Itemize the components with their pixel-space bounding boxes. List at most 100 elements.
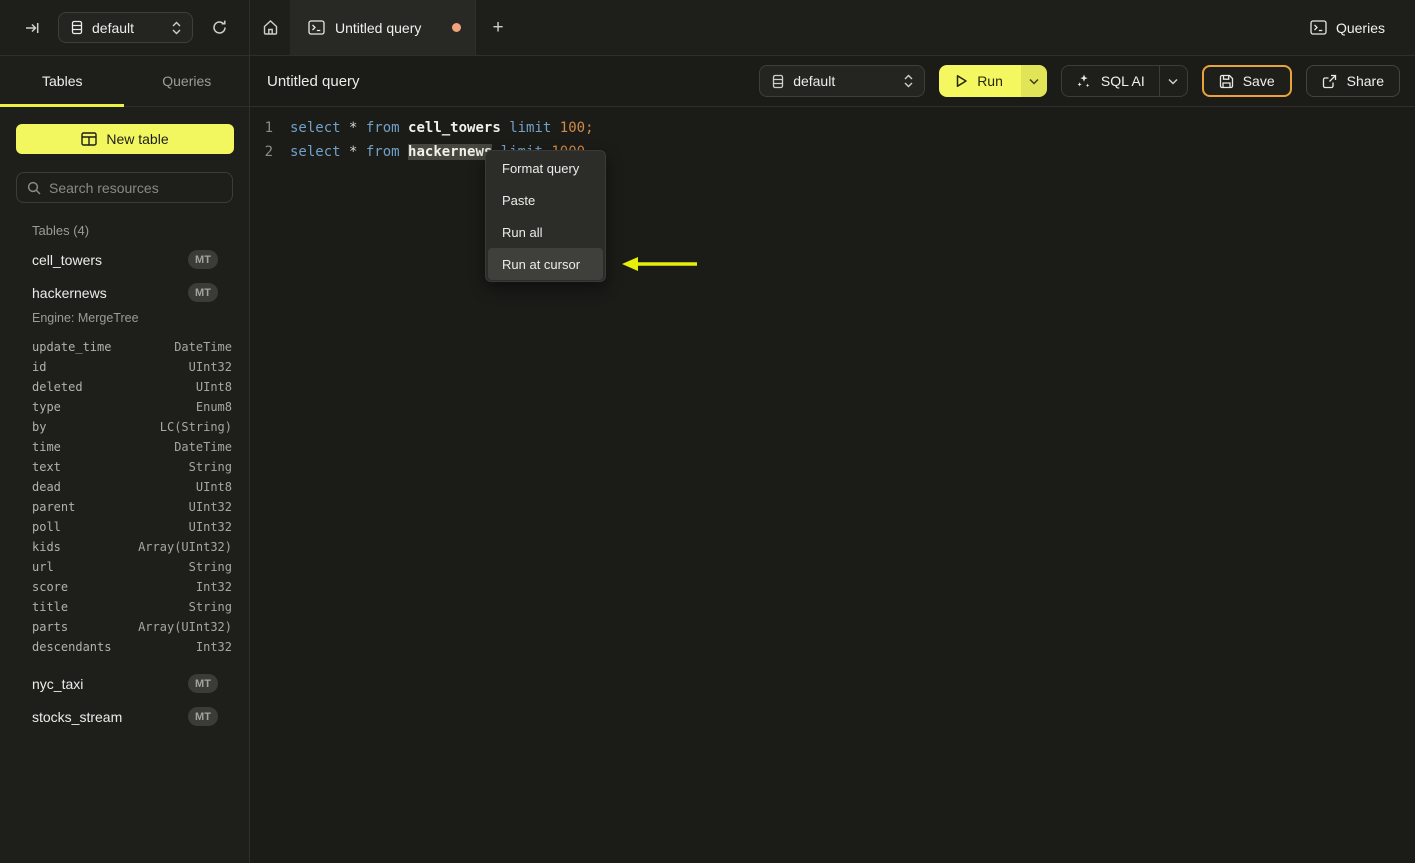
editor-line: 1 select * from cell_towers limit 100; xyxy=(250,116,1415,140)
run-button-label: Run xyxy=(977,73,1003,89)
active-tab-underline xyxy=(0,104,124,107)
column-type: LC(String) xyxy=(159,420,232,434)
collapse-sidebar-button[interactable] xyxy=(20,16,44,40)
sparkles-icon xyxy=(1076,73,1092,89)
column-row: dead UInt8 xyxy=(32,477,232,497)
sql-ai-split-button: SQL AI xyxy=(1060,65,1188,97)
column-row: update_time DateTime xyxy=(32,337,232,357)
save-button-label: Save xyxy=(1242,73,1275,89)
sql-ai-options-button[interactable] xyxy=(1158,66,1187,96)
engine-badge: MT xyxy=(188,250,218,269)
code-token: select xyxy=(290,120,341,136)
column-row: score Int32 xyxy=(32,577,232,597)
search-icon xyxy=(27,181,41,195)
menu-item-run-all[interactable]: Run all xyxy=(488,216,603,248)
column-name: dead xyxy=(32,480,61,494)
search-input[interactable] xyxy=(49,179,222,196)
toolbar-database-selector-value: default xyxy=(793,73,836,89)
column-name: time xyxy=(32,440,61,454)
table-name: hackernews xyxy=(32,284,107,301)
database-selector[interactable]: default xyxy=(58,12,193,43)
column-name: type xyxy=(32,400,61,414)
queries-button[interactable]: Queries xyxy=(1302,14,1393,42)
new-table-button-label: New table xyxy=(106,131,169,147)
column-name: url xyxy=(32,560,54,574)
topbar-left-section: default xyxy=(0,0,250,55)
new-tab-button[interactable]: + xyxy=(476,0,520,55)
topbar-right-section: Queries xyxy=(1302,0,1415,55)
query-toolbar: default Run SQL AI Save Share xyxy=(759,65,1400,97)
new-table-button[interactable]: New table xyxy=(16,124,234,154)
column-type: Array(UInt32) xyxy=(138,620,232,634)
column-row: parent UInt32 xyxy=(32,497,232,517)
column-name: id xyxy=(32,360,47,374)
play-icon xyxy=(955,74,968,88)
tab-title: Untitled query xyxy=(335,19,422,36)
code-token: from xyxy=(365,120,400,136)
column-row: descendants Int32 xyxy=(32,637,232,657)
column-type: String xyxy=(188,600,232,614)
save-button[interactable]: Save xyxy=(1201,65,1292,97)
sidebar-tab-tables[interactable]: Tables xyxy=(0,56,125,106)
tables-section-label: Tables (4) xyxy=(32,223,90,238)
engine-badge: MT xyxy=(188,674,218,693)
main-pane: Untitled query default Run SQL AI Save S… xyxy=(250,56,1415,863)
home-button[interactable] xyxy=(250,0,290,55)
code-token: 100; xyxy=(559,120,594,136)
chevron-down-icon xyxy=(1029,78,1039,85)
line-number: 1 xyxy=(264,120,273,136)
sql-ai-button[interactable]: SQL AI xyxy=(1062,66,1159,96)
columns-list: update_time DateTime id UInt32 deleted UInt8 t… xyxy=(0,331,249,667)
tab-bar: Untitled query + xyxy=(250,0,1302,55)
collapse-sidebar-icon xyxy=(24,20,40,36)
run-button[interactable]: Run xyxy=(939,65,1021,97)
sidebar-tab-queries[interactable]: Queries xyxy=(125,56,250,106)
column-type: UInt32 xyxy=(188,520,232,534)
table-name: stocks_stream xyxy=(32,708,123,725)
column-type: UInt8 xyxy=(195,380,232,394)
run-split-button: Run xyxy=(939,65,1047,97)
table-engine-label: Engine: MergeTree xyxy=(32,311,139,325)
updown-chevron-icon xyxy=(903,74,914,88)
menu-item-run-at-cursor[interactable]: Run at cursor xyxy=(488,248,603,280)
column-type: DateTime xyxy=(174,440,232,454)
queries-button-label: Queries xyxy=(1335,19,1385,36)
run-options-button[interactable] xyxy=(1020,65,1047,97)
line-number: 2 xyxy=(264,144,273,160)
table-item-nyc_taxi[interactable]: nyc_taxi MT xyxy=(0,667,249,700)
share-button[interactable]: Share xyxy=(1305,65,1400,97)
table-item-cell_towers[interactable]: cell_towers MT xyxy=(0,243,249,276)
updown-chevron-icon xyxy=(171,21,182,35)
column-row: parts Array(UInt32) xyxy=(32,617,232,637)
engine-badge: MT xyxy=(188,283,218,302)
menu-item-format-query[interactable]: Format query xyxy=(488,152,603,184)
code-text: select * from cell_towers limit 100; xyxy=(290,116,594,140)
home-icon xyxy=(262,19,279,36)
database-icon xyxy=(771,74,785,89)
code-token: from xyxy=(365,144,400,160)
column-row: type Enum8 xyxy=(32,397,232,417)
table-item-stocks_stream[interactable]: stocks_stream MT xyxy=(0,700,249,733)
code-token: * xyxy=(340,120,366,136)
tab-untitled-query[interactable]: Untitled query xyxy=(290,0,476,55)
table-item-hackernews[interactable]: hackernews MT xyxy=(0,276,249,309)
menu-item-paste[interactable]: Paste xyxy=(488,184,603,216)
column-type: UInt32 xyxy=(188,500,232,514)
column-type: Array(UInt32) xyxy=(138,540,232,554)
column-row: kids Array(UInt32) xyxy=(32,537,232,557)
code-token: hackernews xyxy=(408,144,493,160)
toolbar-database-selector[interactable]: default xyxy=(759,65,926,97)
annotation-arrow-icon xyxy=(620,255,700,273)
terminal-icon xyxy=(1310,20,1327,35)
column-row: time DateTime xyxy=(32,437,232,457)
column-name: by xyxy=(32,420,47,434)
table-name: cell_towers xyxy=(32,251,103,268)
code-token: cell_towers xyxy=(408,120,501,136)
column-name: poll xyxy=(32,520,61,534)
column-row: title String xyxy=(32,597,232,617)
sql-editor[interactable]: 1 select * from cell_towers limit 100; 2 se… xyxy=(250,107,1415,164)
table-icon xyxy=(81,132,98,146)
refresh-button[interactable] xyxy=(207,15,232,40)
